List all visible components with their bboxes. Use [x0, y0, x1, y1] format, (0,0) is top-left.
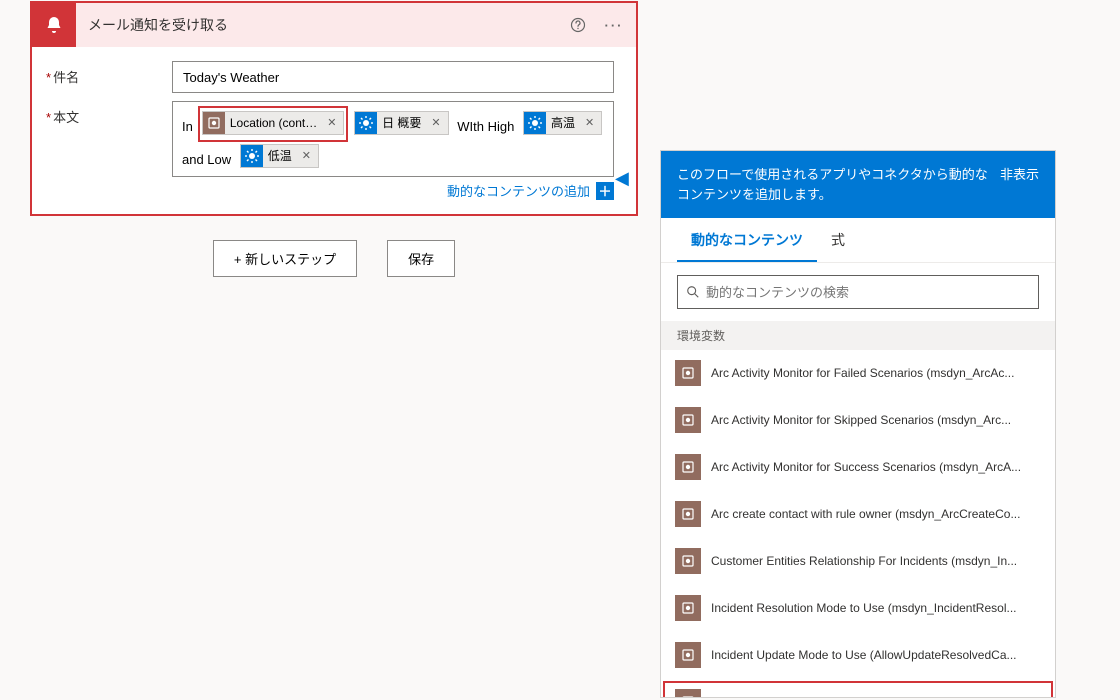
dynamic-content-item-label: Arc Activity Monitor for Failed Scenario… — [711, 366, 1014, 380]
section-header: 環境変数 — [661, 321, 1055, 350]
token-highlight: Location (cont…✕ — [198, 106, 349, 142]
env-var-icon — [675, 548, 701, 574]
token-location[interactable]: Location (cont…✕ — [202, 111, 345, 135]
tab-expression[interactable]: 式 — [817, 218, 859, 262]
token-high-temp[interactable]: 高温✕ — [523, 111, 602, 135]
dynamic-content-item[interactable]: Arc Activity Monitor for Failed Scenario… — [661, 350, 1055, 397]
dynamic-content-item-label: Arc Activity Monitor for Skipped Scenari… — [711, 413, 1011, 427]
env-var-icon — [675, 595, 701, 621]
action-card-email-notification: メール通知を受け取る ··· *件名 *本文 In Location (cont…… — [30, 1, 638, 216]
search-input[interactable] — [706, 285, 1030, 300]
bell-icon — [32, 3, 76, 47]
new-step-button[interactable]: + 新しいステップ — [213, 240, 357, 277]
dynamic-content-item[interactable]: Customer Entities Relationship For Incid… — [661, 538, 1055, 585]
literal-text: WIth High — [453, 119, 518, 134]
dynamic-content-item[interactable]: Arc create contact with rule owner (msdy… — [661, 491, 1055, 538]
save-button[interactable]: 保存 — [387, 240, 455, 277]
dynamic-content-panel: このフローで使用されるアプリやコネクタから動的なコンテンツを追加します。 非表示… — [660, 150, 1056, 698]
tab-dynamic-content[interactable]: 動的なコンテンツ — [677, 218, 817, 262]
subject-input[interactable] — [172, 61, 614, 93]
panel-pointer-icon: ◀ — [615, 168, 629, 189]
add-dynamic-content-link[interactable]: 動的なコンテンツの追加 ＋ — [447, 181, 614, 200]
dynamic-content-item[interactable]: Incident Resolution Mode to Use (msdyn_I… — [661, 585, 1055, 632]
dynamic-content-item-label: Customer Entities Relationship For Incid… — [711, 554, 1017, 568]
card-header[interactable]: メール通知を受け取る ··· — [32, 3, 636, 47]
step-buttons: + 新しいステップ 保存 — [30, 240, 638, 277]
dynamic-content-item-label: Incident Resolution Mode to Use (msdyn_I… — [711, 601, 1017, 615]
body-input[interactable]: In Location (cont…✕ 日 概要✕ WIth High 高温✕ a… — [172, 101, 614, 177]
dynamic-content-item[interactable]: Incident Update Mode to Use (AllowUpdate… — [661, 632, 1055, 679]
help-icon[interactable] — [564, 11, 592, 39]
env-var-icon — [675, 642, 701, 668]
dynamic-content-item-label: Arc Activity Monitor for Success Scenari… — [711, 460, 1021, 474]
weather-icon — [355, 112, 377, 134]
search-icon — [686, 285, 700, 299]
dynamic-content-item[interactable]: Location (contoso_Location) — [661, 679, 1055, 697]
plus-icon: ＋ — [596, 182, 614, 200]
dynamic-content-item-label: Location (contoso_Location) — [711, 695, 862, 697]
remove-token-icon[interactable]: ✕ — [323, 111, 340, 135]
remove-token-icon[interactable]: ✕ — [427, 111, 444, 135]
remove-token-icon[interactable]: ✕ — [581, 111, 598, 135]
remove-token-icon[interactable]: ✕ — [298, 144, 315, 168]
token-day-summary[interactable]: 日 概要✕ — [354, 111, 449, 135]
env-var-icon — [675, 501, 701, 527]
literal-text: In — [178, 119, 197, 134]
overflow-menu-icon[interactable]: ··· — [600, 11, 628, 39]
env-var-icon — [675, 407, 701, 433]
weather-icon — [241, 145, 263, 167]
card-title: メール通知を受け取る — [76, 15, 564, 35]
dynamic-content-item-label: Incident Update Mode to Use (AllowUpdate… — [711, 648, 1017, 662]
search-box[interactable] — [677, 275, 1039, 309]
env-var-icon — [203, 112, 225, 134]
env-var-icon — [675, 360, 701, 386]
dynamic-content-list[interactable]: Arc Activity Monitor for Failed Scenario… — [661, 350, 1055, 697]
token-low-temp[interactable]: 低温✕ — [240, 144, 319, 168]
dynamic-content-item[interactable]: Arc Activity Monitor for Skipped Scenari… — [661, 397, 1055, 444]
env-var-icon — [675, 689, 701, 697]
body-label: *本文 — [46, 101, 172, 126]
subject-label: *件名 — [46, 61, 172, 86]
panel-header: このフローで使用されるアプリやコネクタから動的なコンテンツを追加します。 非表示 — [661, 151, 1055, 218]
weather-icon — [524, 112, 546, 134]
literal-text: and Low — [178, 152, 235, 167]
hide-panel-link[interactable]: 非表示 — [1000, 165, 1039, 185]
env-var-icon — [675, 454, 701, 480]
dynamic-content-item-label: Arc create contact with rule owner (msdy… — [711, 507, 1020, 521]
panel-tabs: 動的なコンテンツ 式 — [661, 218, 1055, 263]
dynamic-content-item[interactable]: Arc Activity Monitor for Success Scenari… — [661, 444, 1055, 491]
